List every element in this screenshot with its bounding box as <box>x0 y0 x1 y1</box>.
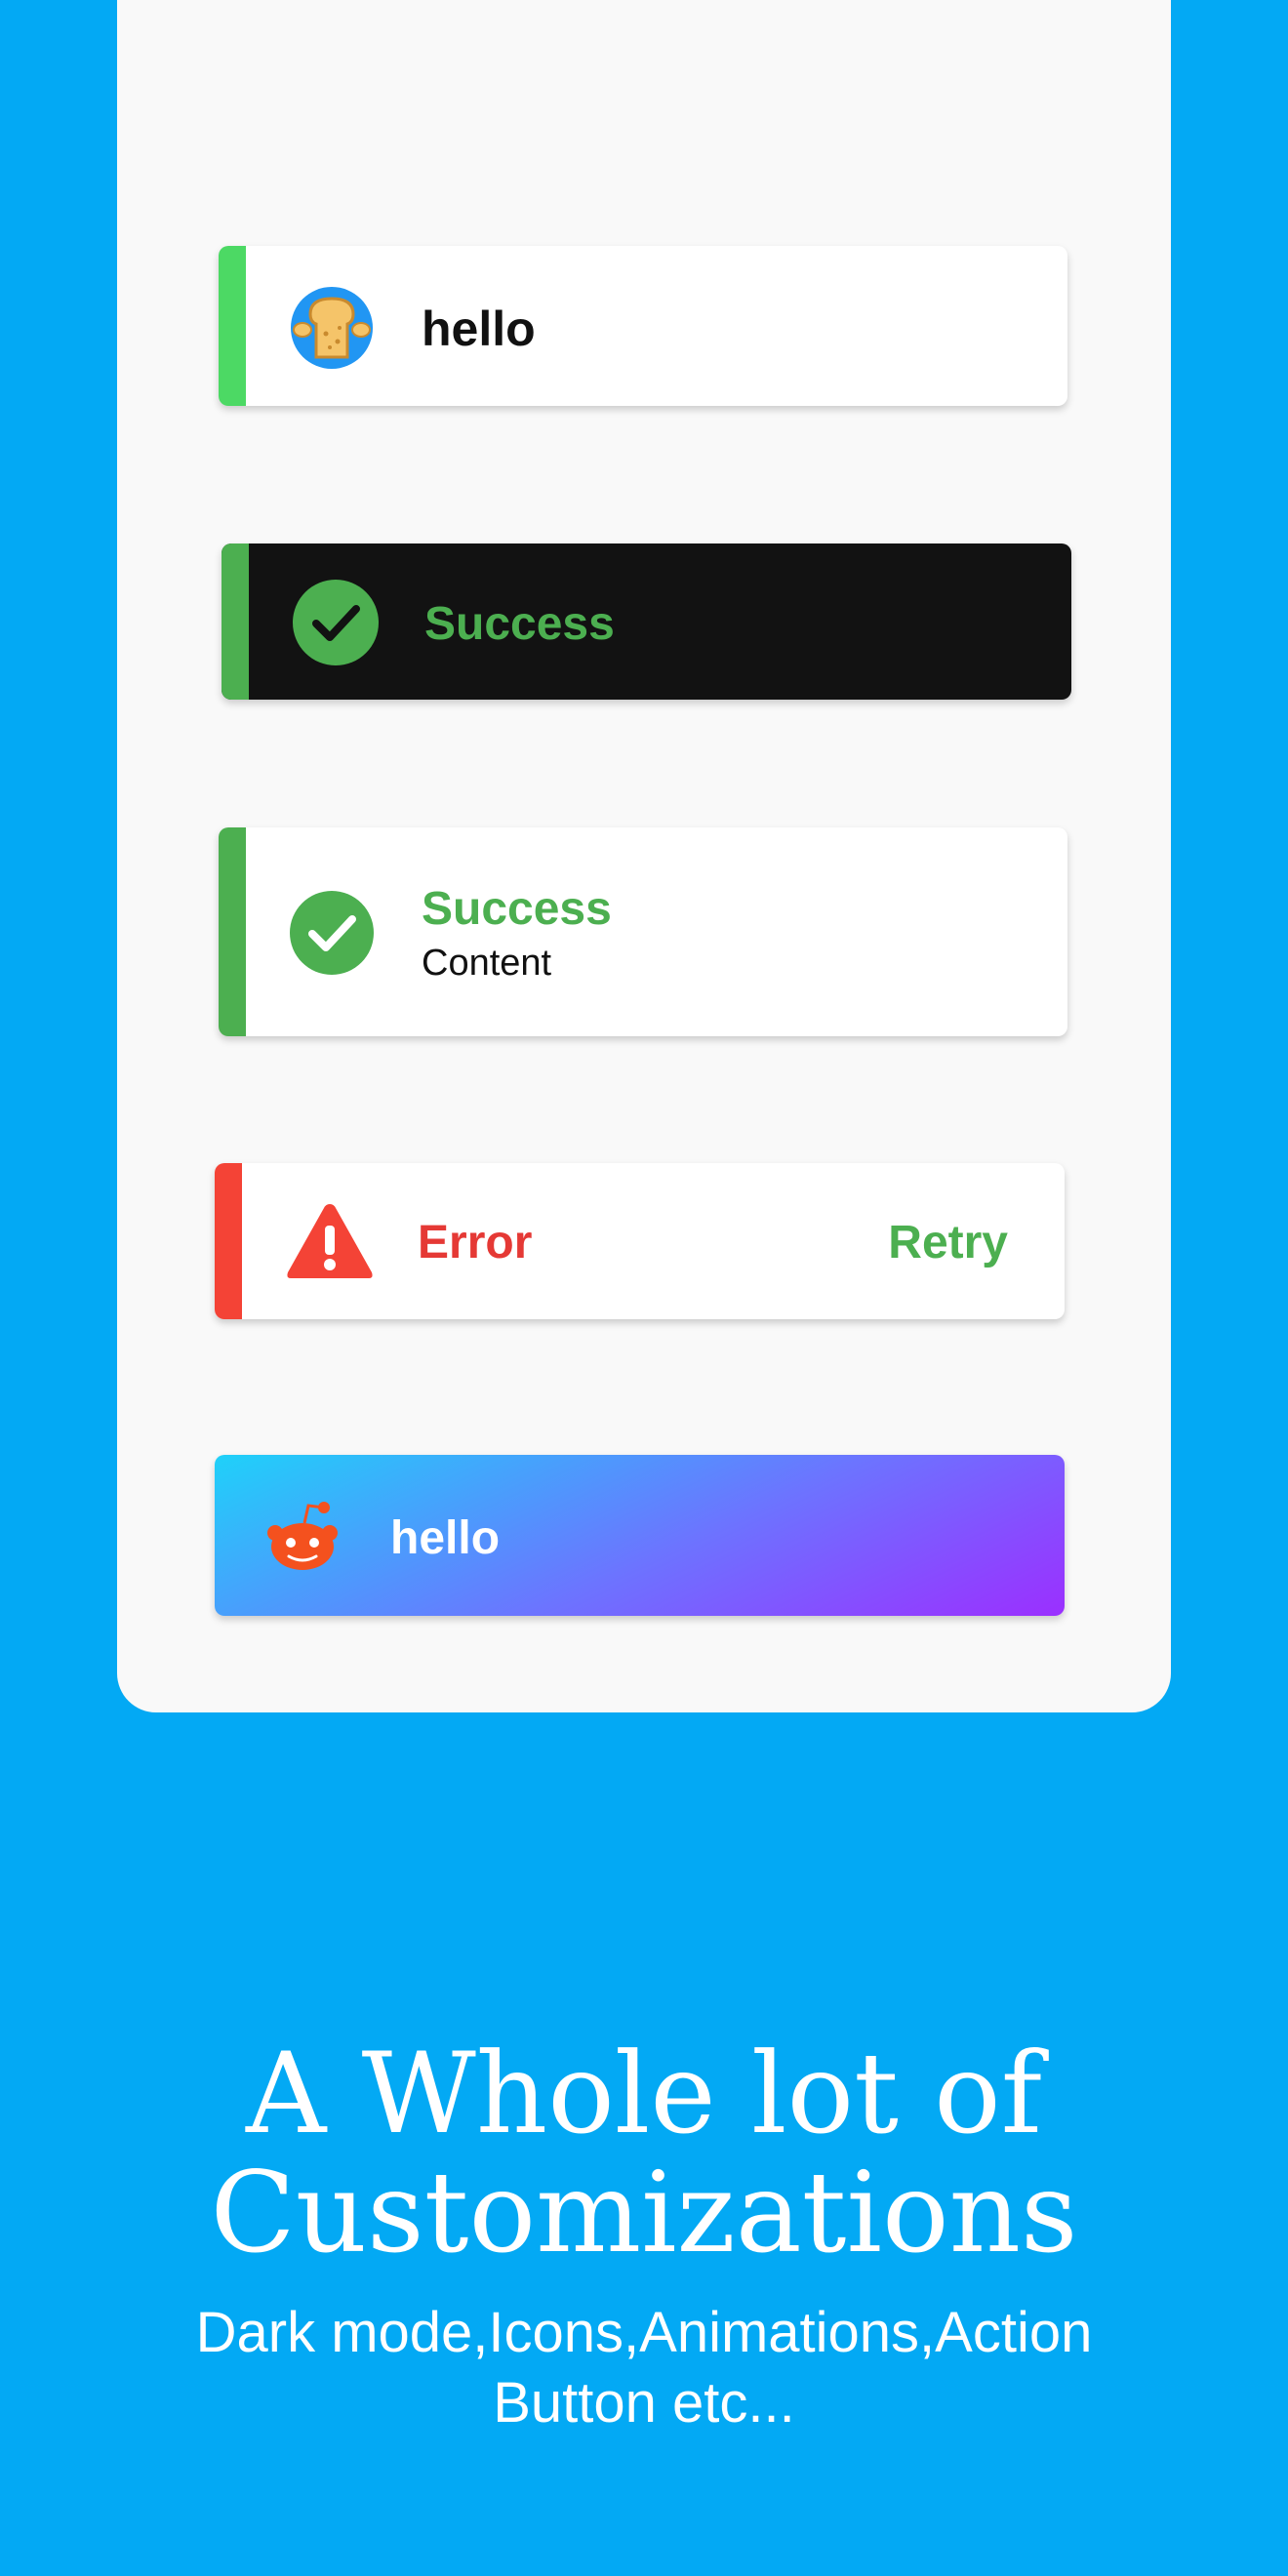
toast-accent-bar <box>219 827 246 1036</box>
promo-subline: Dark mode,Icons,Animations,Action Button… <box>98 2298 1190 2438</box>
toast-title: Success <box>422 883 612 935</box>
phone-screen-card: hello Success Success Content Error Retr… <box>117 0 1171 1712</box>
reddit-alien-icon <box>267 1502 338 1570</box>
toast-error[interactable]: Error Retry <box>215 1163 1065 1319</box>
toast-accent-bar <box>219 246 246 406</box>
toast-title: hello <box>390 1512 501 1564</box>
subline-line-1: Dark mode,Icons,Animations,Action <box>195 2301 1093 2364</box>
retry-button[interactable]: Retry <box>888 1216 1008 1269</box>
toast-success-content[interactable]: Success Content <box>219 827 1067 1036</box>
toast-mascot-icon <box>291 287 373 369</box>
toast-success-dark[interactable]: Success <box>221 543 1071 700</box>
check-circle-icon <box>293 580 379 665</box>
toast-accent-bar <box>221 543 249 700</box>
toast-title: hello <box>422 302 536 356</box>
toast-gradient-hello[interactable]: hello <box>215 1455 1065 1616</box>
subline-line-2: Button etc... <box>493 2371 795 2435</box>
check-circle-icon <box>290 891 374 975</box>
promo-headline: A Whole lot of Customizations <box>0 2034 1288 2273</box>
headline-line-1: A Whole lot of <box>246 2029 1042 2158</box>
toast-hello[interactable]: hello <box>219 246 1067 406</box>
toast-content: Content <box>422 943 552 984</box>
warning-triangle-icon <box>287 1204 373 1278</box>
toast-title: Error <box>418 1217 533 1268</box>
toast-accent-bar <box>215 1163 242 1319</box>
headline-line-2: Customizations <box>210 2148 1078 2277</box>
toast-title: Success <box>424 598 615 650</box>
